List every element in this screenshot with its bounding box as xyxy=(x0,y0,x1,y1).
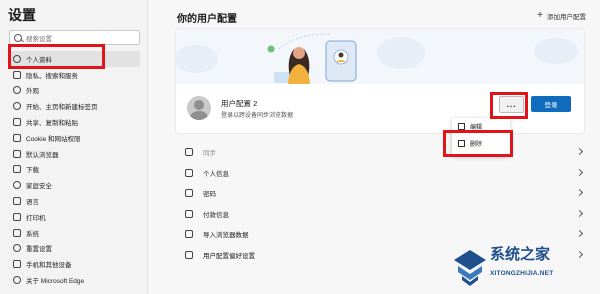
list-item-sync[interactable]: 同步 xyxy=(176,142,584,163)
add-profile-button[interactable]: + 添加用户配置 xyxy=(537,10,586,22)
sidebar-item-label: 手机和其他设备 xyxy=(26,262,72,270)
watermark-title: 系统之家 xyxy=(490,246,551,263)
person-card-icon xyxy=(185,168,193,177)
sidebar-item-family[interactable]: 家庭安全 xyxy=(9,177,140,193)
sidebar-item-label: 共享、复制和粘贴 xyxy=(26,120,78,128)
sidebar-item-reset[interactable]: 重置设置 xyxy=(9,241,140,257)
profile-settings-icon xyxy=(185,250,193,259)
search-icon xyxy=(14,33,22,42)
chevron-right-icon xyxy=(575,147,584,156)
search-input[interactable]: 搜索设置 xyxy=(9,30,140,45)
power-icon xyxy=(13,102,21,111)
profile-subtitle: 登录以跨设备同步浏览数据 xyxy=(221,113,294,119)
highlight-delete-item xyxy=(443,130,513,157)
search-placeholder: 搜索设置 xyxy=(26,35,52,43)
sidebar-item-label: 关于 Microsoft Edge xyxy=(26,278,85,286)
sidebar-item-default-browser[interactable]: 默认浏览器 xyxy=(9,146,140,162)
printer-icon xyxy=(13,212,21,221)
sidebar-item-label: 默认浏览器 xyxy=(26,151,59,159)
add-profile-label: 添加用户配置 xyxy=(547,14,586,21)
sidebar-item-about[interactable]: 关于 Microsoft Edge xyxy=(9,272,140,288)
system-icon xyxy=(13,228,21,237)
list-item-label: 密码 xyxy=(203,191,216,199)
sidebar-nav: 个人资料 隐私、搜索和服务 外观 开始、主页和新建标签页 共享、复制和粘贴 Co… xyxy=(9,51,140,288)
chevron-right-icon xyxy=(575,229,584,238)
page-title: 你的用户配置 xyxy=(177,14,237,25)
list-item-personal-info[interactable]: 个人信息 xyxy=(176,163,584,184)
plus-icon: + xyxy=(537,10,543,21)
sidebar-item-downloads[interactable]: 下载 xyxy=(9,162,140,178)
sidebar-item-appearance[interactable]: 外观 xyxy=(9,83,140,99)
chevron-right-icon xyxy=(575,209,584,217)
edge-icon xyxy=(13,276,21,285)
login-button[interactable]: 登录 xyxy=(531,96,571,112)
sidebar-item-label: Cookie 和网站权限 xyxy=(26,135,81,143)
sidebar-item-languages[interactable]: 语言 xyxy=(9,193,140,209)
lock-icon xyxy=(13,70,21,79)
sidebar-item-cookies[interactable]: Cookie 和网站权限 xyxy=(9,130,140,146)
list-item-payment-info[interactable]: 付款信息 xyxy=(176,204,584,225)
download-icon xyxy=(13,165,21,174)
list-item-label: 付款信息 xyxy=(203,211,229,219)
sidebar-item-label: 打印机 xyxy=(26,214,46,222)
sidebar-item-share[interactable]: 共享、复制和粘贴 xyxy=(9,114,140,130)
profile-banner-illustration xyxy=(176,29,584,84)
card-icon xyxy=(185,209,193,218)
share-icon xyxy=(13,118,21,127)
watermark-subtitle: XITONGZHIJIA.NET xyxy=(490,270,554,277)
sidebar-item-privacy[interactable]: 隐私、搜索和服务 xyxy=(9,67,140,83)
sidebar-item-label: 重置设置 xyxy=(26,246,52,254)
sidebar-item-label: 下载 xyxy=(26,167,39,175)
highlight-more-button xyxy=(490,92,528,119)
browser-icon xyxy=(13,149,21,158)
list-item-label: 同步 xyxy=(203,150,216,158)
list-item-label: 用户配置偏好设置 xyxy=(203,252,255,260)
cookie-icon xyxy=(13,133,21,142)
sidebar-item-printers[interactable]: 打印机 xyxy=(9,209,140,225)
sidebar-item-label: 开始、主页和新建标签页 xyxy=(26,104,98,112)
sidebar-title: 设置 xyxy=(8,7,36,23)
sidebar-item-label: 外观 xyxy=(26,88,39,96)
sidebar-item-system[interactable]: 系统 xyxy=(9,225,140,241)
phone-icon xyxy=(13,260,21,269)
import-icon xyxy=(185,230,193,239)
sidebar-item-label: 系统 xyxy=(26,230,39,238)
sync-icon xyxy=(185,148,193,157)
pencil-icon xyxy=(458,123,465,130)
list-item-label: 导入浏览器数据 xyxy=(203,232,249,240)
appearance-icon xyxy=(13,86,21,95)
watermark-logo-icon xyxy=(454,250,486,286)
profile-name: 用户配置 2 xyxy=(221,99,258,108)
key-icon xyxy=(185,189,193,198)
sidebar-item-label: 语言 xyxy=(26,199,39,207)
banner-illustration xyxy=(176,33,578,84)
highlight-profile-item xyxy=(8,44,105,69)
avatar xyxy=(187,96,211,120)
chevron-right-icon xyxy=(575,168,584,176)
list-item-passwords[interactable]: 密码 xyxy=(176,183,584,204)
list-item-label: 个人信息 xyxy=(203,170,229,178)
watermark: 系统之家 XITONGZHIJIA.NET xyxy=(452,240,600,294)
family-icon xyxy=(13,181,21,190)
sidebar-item-start[interactable]: 开始、主页和新建标签页 xyxy=(9,98,140,114)
language-icon xyxy=(13,197,21,206)
reset-icon xyxy=(13,244,21,253)
sidebar-item-label: 隐私、搜索和服务 xyxy=(26,72,78,80)
sidebar-item-phone[interactable]: 手机和其他设备 xyxy=(9,256,140,272)
sidebar-item-label: 家庭安全 xyxy=(26,183,52,191)
chevron-right-icon xyxy=(575,188,584,197)
